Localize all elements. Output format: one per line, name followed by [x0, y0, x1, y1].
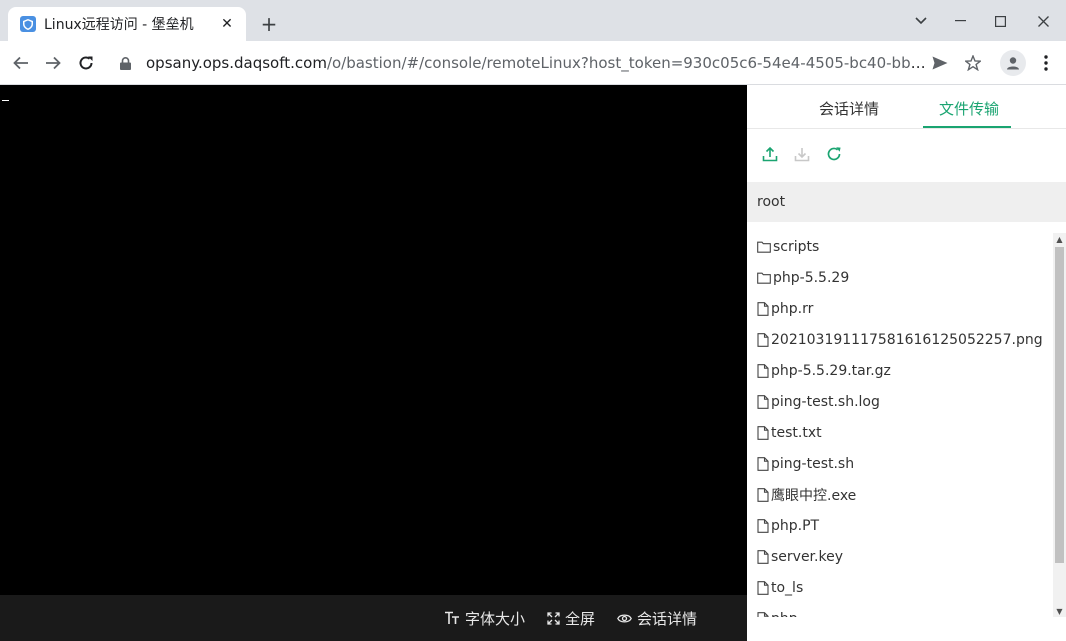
address-bar[interactable]: opsany.ops.daqsoft.com/o/bastion/#/conso… — [112, 47, 962, 79]
session-detail-label: 会话详情 — [636, 609, 697, 628]
file-item[interactable]: php.rr — [757, 299, 813, 319]
back-arrow-icon[interactable] — [9, 51, 33, 75]
download-icon[interactable] — [793, 145, 811, 163]
tab-session-detail[interactable]: 会话详情 — [819, 98, 879, 119]
fullscreen-icon — [547, 611, 560, 625]
file-icon — [757, 488, 771, 502]
terminal-screen[interactable] — [0, 85, 747, 595]
tab-file-transfer[interactable]: 文件传输 — [939, 98, 999, 119]
browser-tab[interactable]: Linux远程访问 - 堡垒机 ✕ — [8, 7, 246, 41]
folder-item[interactable]: php-5.5.29 — [757, 268, 849, 288]
file-icon — [757, 333, 771, 347]
shield-icon — [20, 16, 36, 32]
reload-icon[interactable] — [74, 51, 98, 75]
file-name: ping-test.sh.log — [771, 394, 880, 410]
file-icon — [757, 581, 771, 595]
file-icon — [757, 612, 771, 617]
file-name: 鹰眼中控.exe — [771, 488, 857, 504]
side-panel: 会话详情 文件传输 root scripts php-5.5.29 php.rr 20… — [747, 85, 1066, 641]
file-item[interactable]: ping-test.sh.log — [757, 392, 880, 412]
scroll-up-icon[interactable]: ▲ — [1053, 233, 1066, 245]
tab-search-icon[interactable] — [907, 8, 935, 34]
url-text: opsany.ops.daqsoft.com/o/bastion/#/conso… — [146, 54, 926, 72]
file-item[interactable]: ping-test.sh — [757, 454, 854, 474]
new-tab-button[interactable]: + — [257, 12, 281, 36]
file-icon — [757, 426, 771, 440]
file-name: php — [771, 611, 798, 617]
file-name: 20210319111758161612505225​7.png — [771, 332, 1043, 348]
file-item[interactable]: server.key — [757, 547, 843, 567]
file-name: scripts — [773, 239, 820, 255]
file-name: server.key — [771, 549, 843, 565]
file-icon — [757, 395, 771, 409]
panel-tabs: 会话详情 文件传输 — [747, 85, 1066, 129]
fullscreen-label: 全屏 — [564, 609, 595, 628]
folder-item[interactable]: scripts — [757, 237, 819, 257]
file-name: php-5.5.29.tar.gz — [771, 363, 891, 379]
file-item[interactable]: php-5.5.29.tar.gz — [757, 361, 891, 381]
file-item[interactable]: 鹰眼中控.exe — [757, 485, 856, 505]
upload-icon[interactable] — [761, 145, 779, 163]
file-icon — [757, 457, 771, 471]
file-item[interactable]: php.PT — [757, 516, 819, 536]
folder-icon — [757, 241, 773, 253]
file-list-scrollbar[interactable]: ▲ ▼ — [1053, 233, 1066, 617]
file-icon — [757, 364, 771, 378]
tab-title: Linux远程访问 - 堡垒机 — [44, 17, 194, 33]
terminal-footer: 字体大小 全屏 会话详情 — [0, 595, 747, 641]
scroll-thumb[interactable] — [1055, 247, 1064, 563]
file-name: php.rr — [771, 301, 814, 317]
lock-icon — [120, 56, 134, 70]
active-tab-indicator — [923, 126, 1011, 128]
minimize-icon[interactable] — [946, 8, 974, 34]
bookmark-star-icon[interactable] — [961, 51, 985, 75]
profile-avatar-icon[interactable] — [1000, 50, 1026, 76]
file-name: php-5.5.29 — [773, 270, 850, 286]
maximize-icon[interactable] — [986, 8, 1014, 34]
session-detail-button[interactable]: 会话详情 — [617, 608, 697, 629]
file-name: test.txt — [771, 425, 822, 441]
file-item[interactable]: test.txt — [757, 423, 822, 443]
browser-toolbar: opsany.ops.daqsoft.com/o/bastion/#/conso… — [0, 41, 1066, 85]
terminal-cursor — [2, 100, 9, 101]
file-name: php.PT — [771, 518, 820, 534]
file-list: scripts php-5.5.29 php.rr 20210319111758161… — [747, 233, 1052, 617]
close-tab-icon[interactable]: ✕ — [218, 15, 236, 33]
file-item[interactable]: to_ls — [757, 578, 803, 598]
scroll-down-icon[interactable]: ▼ — [1053, 605, 1066, 617]
eye-icon — [617, 613, 632, 624]
file-icon — [757, 519, 771, 533]
close-window-icon[interactable] — [1029, 8, 1057, 34]
file-name: ping-test.sh — [771, 456, 855, 472]
folder-icon — [757, 272, 773, 284]
font-size-button[interactable]: 字体大小 — [444, 608, 525, 629]
file-icon — [757, 550, 771, 564]
file-item[interactable]: php — [757, 609, 798, 617]
file-item[interactable]: 20210319111758161612505225​7.png — [757, 330, 1043, 350]
more-menu-icon[interactable] — [1034, 51, 1058, 75]
refresh-icon[interactable] — [825, 145, 843, 163]
font-size-icon — [444, 611, 460, 625]
forward-arrow-icon[interactable] — [41, 51, 65, 75]
fullscreen-button[interactable]: 全屏 — [547, 608, 595, 629]
file-name: to_ls — [771, 580, 804, 596]
send-icon[interactable] — [928, 51, 952, 75]
file-toolbar — [761, 145, 843, 163]
current-path: root — [747, 182, 1066, 222]
browser-tabstrip: Linux远程访问 - 堡垒机 ✕ + — [0, 0, 1066, 41]
file-icon — [757, 302, 771, 316]
font-size-label: 字体大小 — [464, 609, 525, 628]
